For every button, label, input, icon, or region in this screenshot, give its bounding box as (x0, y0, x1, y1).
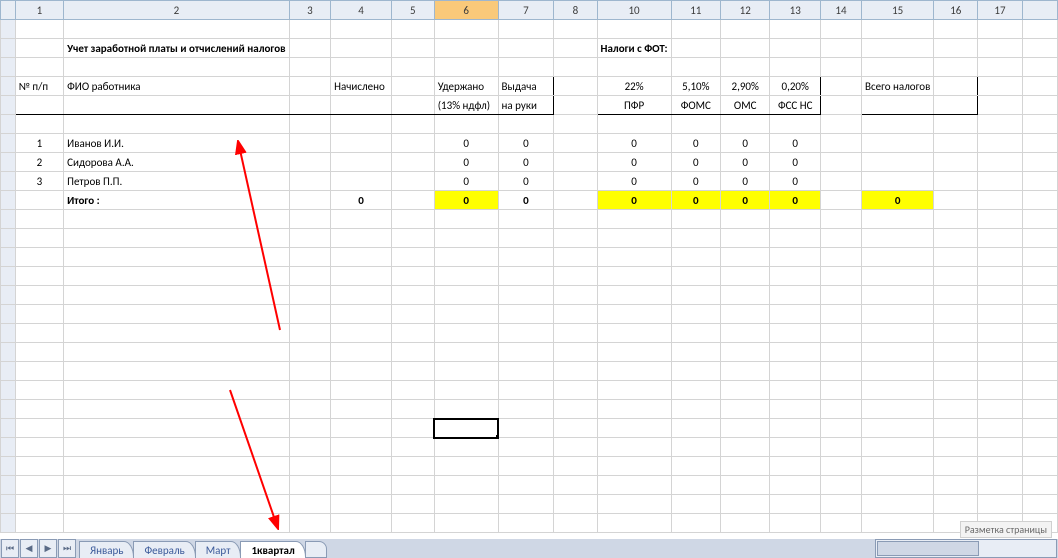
cell[interactable]: 2 (15, 153, 64, 172)
cell[interactable]: 0 (721, 134, 770, 153)
tax-name: ФСС НС (770, 96, 821, 115)
tax-name: ПФР (597, 96, 671, 115)
col-header-14[interactable]: 14 (821, 1, 862, 20)
col-header-17[interactable]: 17 (978, 1, 1022, 20)
cell[interactable]: 0 (597, 153, 671, 172)
col-header-12[interactable]: 12 (721, 1, 770, 20)
hdr: Удержано (434, 77, 498, 96)
tab-nav-prev[interactable]: ◀ (20, 539, 38, 558)
status-tooltip: Разметка страницы (960, 521, 1052, 538)
col-header-6[interactable]: 6 (434, 1, 498, 20)
tax-rate: 5,10% (671, 77, 720, 96)
cell[interactable]: 3 (15, 172, 64, 191)
sheet-tab-Февраль[interactable]: Февраль (133, 541, 195, 558)
cell[interactable]: 0 (671, 153, 720, 172)
tax-name: ОМС (721, 96, 770, 115)
cell[interactable]: 0 (770, 172, 821, 191)
hdr: № п/п (15, 77, 64, 96)
itogo-cell[interactable]: 0 (721, 191, 770, 210)
cell[interactable]: 0 (498, 134, 554, 153)
itogo-cell[interactable]: 0 (331, 191, 392, 210)
horizontal-scrollbar[interactable] (875, 539, 1057, 558)
tax-rate: 22% (597, 77, 671, 96)
sheet-tab-Январь[interactable]: Январь (79, 541, 134, 558)
cell[interactable]: Иванов И.И. (64, 134, 289, 153)
title-main: Учет заработной платы и отчислений налог… (64, 39, 289, 58)
col-header-16[interactable]: 16 (934, 1, 978, 20)
tax-rate: 0,20% (770, 77, 821, 96)
cell[interactable]: 0 (671, 172, 720, 191)
itogo-cell[interactable]: 0 (770, 191, 821, 210)
cell[interactable]: 0 (434, 153, 498, 172)
itogo-cell[interactable]: 0 (498, 191, 554, 210)
tax-rate: 2,90% (721, 77, 770, 96)
col-header-3[interactable]: 3 (289, 1, 331, 20)
tab-nav-first[interactable]: ⏮ (1, 539, 19, 558)
tab-nav-next[interactable]: ▶ (39, 539, 57, 558)
hdr: Начислено (331, 77, 392, 96)
itogo-cell[interactable]: 0 (434, 191, 498, 210)
hdr: Выдача (498, 77, 554, 96)
col-header-11[interactable]: 11 (671, 1, 720, 20)
cell[interactable]: 0 (770, 153, 821, 172)
cell[interactable]: 0 (597, 172, 671, 191)
cell[interactable]: 0 (597, 134, 671, 153)
tab-nav-last[interactable]: ⏭ (58, 539, 76, 558)
hdr-total: Всего налогов (861, 77, 933, 96)
active-cell[interactable] (434, 419, 498, 438)
col-header-2[interactable]: 2 (64, 1, 289, 20)
itogo-cell[interactable]: 0 (861, 191, 933, 210)
itogo-cell[interactable]: 0 (597, 191, 671, 210)
cell[interactable]: 0 (721, 153, 770, 172)
cell[interactable]: 0 (434, 134, 498, 153)
col-header-5[interactable]: 5 (391, 1, 434, 20)
col-header-13[interactable]: 13 (770, 1, 821, 20)
cell[interactable]: 0 (671, 134, 720, 153)
cell[interactable]: 0 (770, 134, 821, 153)
itogo-cell[interactable]: 0 (671, 191, 720, 210)
col-header-1[interactable]: 1 (15, 1, 64, 20)
col-header-15[interactable]: 15 (861, 1, 933, 20)
cell[interactable]: 0 (498, 172, 554, 191)
col-header-10[interactable]: 10 (597, 1, 671, 20)
cell[interactable]: 0 (434, 172, 498, 191)
sheet-tab-Март[interactable]: Март (195, 541, 242, 558)
tax-name: ФОМС (671, 96, 720, 115)
sheet-tab-1квартал[interactable]: 1квартал (240, 541, 305, 558)
hdr: ФИО работника (64, 77, 289, 96)
col-header-4[interactable]: 4 (331, 1, 392, 20)
cell[interactable]: 0 (721, 172, 770, 191)
col-header-8[interactable]: 8 (554, 1, 597, 20)
cell[interactable]: 0 (498, 153, 554, 172)
cell[interactable]: 1 (15, 134, 64, 153)
spreadsheet-grid[interactable]: 123456781011121314151617 Учет заработной… (0, 0, 1058, 533)
itogo-cell[interactable]: Итого : (64, 191, 289, 210)
sheet-tabs: ⏮ ◀ ▶ ⏭ ЯнварьФевральМарт1квартал (0, 539, 1058, 558)
title-taxes: Налоги с ФОТ: (597, 39, 671, 58)
cell[interactable]: Петров П.П. (64, 172, 289, 191)
cell[interactable]: Сидорова А.А. (64, 153, 289, 172)
col-header-7[interactable]: 7 (498, 1, 554, 20)
new-sheet-button[interactable] (305, 541, 327, 558)
